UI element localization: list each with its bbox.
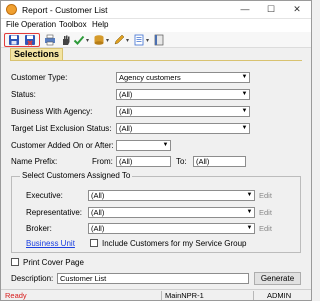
maximize-button[interactable]: ☐: [259, 2, 283, 17]
broker-select[interactable]: (All) ▼: [88, 223, 255, 234]
status-select[interactable]: (All) ▼: [116, 89, 250, 100]
book-icon[interactable]: [153, 34, 165, 46]
checkmark-dropdown-icon[interactable]: ▾: [86, 37, 89, 44]
chevron-down-icon: ▼: [241, 108, 248, 114]
broker-value: (All): [91, 224, 105, 233]
chevron-down-icon: ▼: [246, 209, 253, 215]
target-list-exclusion-value: (All): [119, 124, 133, 133]
hand-icon[interactable]: [60, 34, 72, 46]
description-input[interactable]: Customer List: [57, 273, 249, 284]
assigned-group-title: Select Customers Assigned To: [20, 171, 133, 180]
print-cover-page-checkbox[interactable]: [11, 258, 19, 266]
chevron-down-icon: ▼: [241, 125, 248, 131]
section-divider: [10, 60, 302, 61]
status-text: Ready: [5, 291, 27, 300]
database-icon[interactable]: [93, 34, 105, 46]
representative-select[interactable]: (All) ▼: [88, 207, 255, 218]
menu-file[interactable]: File: [6, 20, 19, 29]
name-prefix-to-label: To:: [176, 157, 187, 166]
status-label: Status:: [11, 90, 36, 99]
server-text: MainNPR-1: [165, 291, 204, 300]
pen-icon[interactable]: [113, 34, 125, 46]
window-title: Report - Customer List: [22, 5, 108, 15]
menu-toolbox[interactable]: Toolbox: [59, 20, 87, 29]
representative-value: (All): [91, 208, 105, 217]
customer-type-label: Customer Type:: [11, 73, 68, 82]
executive-select[interactable]: (All) ▼: [88, 190, 255, 201]
customer-added-date-picker[interactable]: ▼: [116, 140, 171, 151]
menu-bar: File Operation Toolbox Help: [1, 19, 311, 32]
name-prefix-from-label: From:: [92, 157, 113, 166]
title-bar: Report - Customer List — ☐ ✕: [1, 1, 311, 19]
status-value: (All): [119, 90, 133, 99]
report-window: Report - Customer List — ☐ ✕ File Operat…: [0, 0, 312, 301]
target-list-exclusion-label: Target List Exclusion Status:: [11, 124, 112, 133]
broker-label: Broker:: [26, 224, 52, 233]
description-label: Description:: [11, 274, 54, 283]
chevron-down-icon: ▼: [162, 142, 169, 148]
app-icon: [6, 4, 17, 15]
executive-value: (All): [91, 191, 105, 200]
business-unit-link[interactable]: Business Unit: [26, 239, 75, 248]
chevron-down-icon: ▼: [241, 74, 248, 80]
name-prefix-from-input[interactable]: (All): [116, 156, 171, 167]
include-service-group-label: Include Customers for my Service Group: [102, 239, 247, 248]
toolbar: ▾ ▾ ▾ ▾: [1, 32, 311, 48]
business-with-agency-value: (All): [119, 107, 133, 116]
close-button[interactable]: ✕: [285, 2, 309, 17]
representative-edit-button[interactable]: Edit: [259, 208, 272, 217]
checkmark-icon[interactable]: [73, 34, 85, 46]
status-divider: [253, 291, 254, 300]
customer-added-label: Customer Added On or After:: [11, 141, 114, 150]
document-dropdown-icon[interactable]: ▾: [146, 37, 149, 44]
name-prefix-to-input[interactable]: (All): [193, 156, 246, 167]
save-icon[interactable]: [8, 34, 20, 46]
customer-type-select[interactable]: Agency customers ▼: [116, 72, 250, 83]
include-service-group-checkbox[interactable]: [90, 239, 98, 247]
user-text: ADMIN: [267, 291, 292, 300]
chevron-down-icon: ▼: [241, 91, 248, 97]
chevron-down-icon: ▼: [246, 192, 253, 198]
print-cover-page-label: Print Cover Page: [23, 258, 84, 267]
business-with-agency-label: Business With Agency:: [11, 107, 93, 116]
print-icon[interactable]: [44, 34, 56, 46]
save-close-icon[interactable]: [24, 34, 36, 46]
minimize-button[interactable]: —: [233, 2, 257, 17]
broker-edit-button[interactable]: Edit: [259, 224, 272, 233]
generate-button[interactable]: Generate: [254, 272, 301, 285]
status-bar: Ready MainNPR-1 ADMIN: [1, 289, 311, 300]
customer-type-value: Agency customers: [119, 73, 181, 82]
executive-edit-button[interactable]: Edit: [259, 191, 272, 200]
target-list-exclusion-select[interactable]: (All) ▼: [116, 123, 250, 134]
assigned-group: Select Customers Assigned To Executive: …: [11, 171, 301, 253]
name-prefix-label: Name Prefix:: [11, 157, 58, 166]
database-dropdown-icon[interactable]: ▾: [106, 37, 109, 44]
executive-label: Executive:: [26, 191, 63, 200]
pen-dropdown-icon[interactable]: ▾: [126, 37, 129, 44]
document-icon[interactable]: [133, 34, 145, 46]
menu-operation[interactable]: Operation: [21, 20, 56, 29]
menu-help[interactable]: Help: [92, 20, 108, 29]
chevron-down-icon: ▼: [246, 225, 253, 231]
business-with-agency-select[interactable]: (All) ▼: [116, 106, 250, 117]
status-divider: [161, 291, 162, 300]
representative-label: Representative:: [26, 208, 83, 217]
